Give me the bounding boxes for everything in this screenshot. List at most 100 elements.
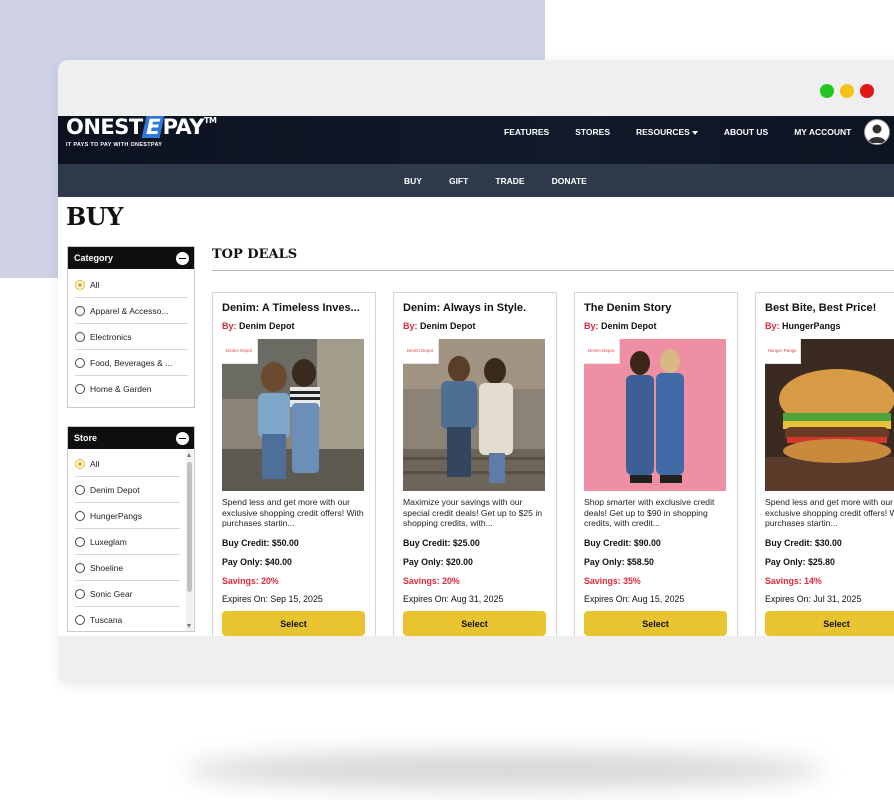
store-list-scrollbar[interactable] [186,450,193,631]
subnav-buy[interactable]: BUY [404,176,422,186]
window-shadow [185,752,825,788]
subnav-donate[interactable]: DONATE [552,176,587,186]
nav-resources[interactable]: RESOURCES [636,126,698,138]
caret-down-icon [691,130,698,135]
deal-image[interactable]: Hunger Pangs [765,339,894,491]
minimize-dot[interactable] [840,84,854,98]
store-option-all[interactable]: All [75,451,180,477]
deal-image[interactable]: Denim Depot [584,339,726,491]
radio-icon [75,536,85,547]
select-deal-button[interactable]: Select [403,611,546,636]
radio-icon [75,357,85,368]
store-option-label: Denim Depot [90,484,140,495]
close-dot[interactable] [860,84,874,98]
category-option-home-garden[interactable]: Home & Garden [75,376,188,401]
deal-title[interactable]: Denim: Always in Style. [403,302,549,314]
subnav-trade[interactable]: TRADE [495,176,524,186]
logo-text-b: PAY [162,116,205,139]
deal-expires: Expires On: Aug 31, 2025 [403,594,504,604]
category-option-label: Home & Garden [90,383,152,394]
logo-wallet-icon: E [141,116,164,139]
store-option-luxeglam[interactable]: Luxeglam [75,529,180,555]
store-option-shoeline[interactable]: Shoeline [75,555,180,581]
deal-savings: Savings: 20% [403,576,460,586]
main-nav: FEATURES STORES RESOURCES ABOUT US MY AC… [504,126,877,138]
deal-description: Spend less and get more with our exclusi… [222,497,364,528]
deal-expires: Expires On: Aug 15, 2025 [584,594,685,604]
radio-icon [75,305,85,316]
select-deal-button[interactable]: Select [584,611,727,636]
store-filter-header[interactable]: Store [68,427,194,449]
store-option-label: Sonic Gear [90,588,133,599]
nav-about-us[interactable]: ABOUT US [724,126,768,138]
deal-card: Best Bite, Best Price! By: HungerPangs H… [755,292,894,636]
deal-store-name: Denim Depot [239,321,295,331]
deal-buy-credit: Buy Credit: $30.00 [765,538,842,548]
select-deal-button[interactable]: Select [765,611,894,636]
radio-icon [75,588,85,599]
deal-buy-credit: Buy Credit: $25.00 [403,538,480,548]
category-filter-panel: Category All Apparel & Accesso... Electr… [67,246,195,408]
deal-store-name: Denim Depot [601,321,657,331]
deal-store-name: Denim Depot [420,321,476,331]
radio-icon [75,331,85,342]
scroll-down-icon[interactable] [187,624,191,628]
category-option-label: Apparel & Accesso... [90,305,169,316]
category-option-all[interactable]: All [75,272,188,298]
collapse-icon[interactable] [176,251,189,265]
deal-title[interactable]: Best Bite, Best Price! [765,302,894,314]
user-avatar-icon[interactable] [864,119,890,145]
logo-trademark: TM [204,116,217,125]
nav-stores[interactable]: STORES [575,126,610,138]
category-option-apparel[interactable]: Apparel & Accesso... [75,298,188,324]
scroll-up-icon[interactable] [187,453,191,457]
store-filter-title: Store [74,433,98,443]
store-option-denim-depot[interactable]: Denim Depot [75,477,180,503]
select-deal-button[interactable]: Select [222,611,365,636]
deal-card: Denim: A Timeless Inves... By: Denim Dep… [212,292,376,636]
store-option-label: Tuscana [90,614,123,625]
store-badge: Denim Depot [222,339,258,364]
top-navbar: ONEST E PAY TM IT PAYS TO PAY WITH ONESTPAY… [58,116,894,164]
maximize-dot[interactable] [820,84,834,98]
radio-icon [75,484,85,495]
deal-buy-credit: Buy Credit: $50.00 [222,538,299,548]
category-option-food[interactable]: Food, Beverages & ... [75,350,188,376]
nav-resources-label: RESOURCES [635,127,690,137]
deal-title[interactable]: Denim: A Timeless Inves... [222,302,368,314]
subnav-gift[interactable]: GIFT [449,176,468,186]
scrollbar-thumb[interactable] [187,462,192,592]
window-controls [820,84,874,98]
category-option-label: Electronics [90,331,132,342]
nav-my-account[interactable]: MY ACCOUNT [794,126,851,138]
store-option-sonic-gear[interactable]: Sonic Gear [75,581,180,607]
category-option-electronics[interactable]: Electronics [75,324,188,350]
top-deals-heading: TOP DEALS [212,247,298,262]
deal-description: Spend less and get more with our exclusi… [765,497,894,528]
nav-features[interactable]: FEATURES [504,126,549,138]
radio-icon [75,383,85,394]
store-option-label: Shoeline [90,562,124,573]
category-filter-header[interactable]: Category [68,247,194,269]
deal-image[interactable]: Denim Depot [403,339,545,491]
deal-store-name: HungerPangs [782,321,841,331]
radio-selected-icon [75,458,85,469]
store-option-tuscana[interactable]: Tuscana [75,607,180,631]
radio-icon [75,562,85,573]
onestpay-logo[interactable]: ONEST E PAY TM IT PAYS TO PAY WITH ONESTPAY [66,116,217,148]
collapse-icon[interactable] [176,431,189,445]
top-deals-divider [212,270,894,271]
deal-pay-only: Pay Only: $25.80 [765,557,835,567]
deal-title[interactable]: The Denim Story [584,302,730,314]
store-option-label: All [90,458,100,469]
logo-text-a: ONEST [66,116,143,139]
deal-by-label: By: [765,321,780,331]
logo-tagline: IT PAYS TO PAY WITH ONESTPAY [66,142,163,148]
deal-image[interactable]: Denim Depot [222,339,364,491]
page-title: BUY [66,202,123,231]
deal-pay-only: Pay Only: $58.50 [584,557,654,567]
category-option-label: Food, Beverages & ... [90,357,173,368]
deal-pay-only: Pay Only: $20.00 [403,557,473,567]
store-option-hungerpangs[interactable]: HungerPangs [75,503,180,529]
store-option-label: Luxeglam [90,536,127,547]
